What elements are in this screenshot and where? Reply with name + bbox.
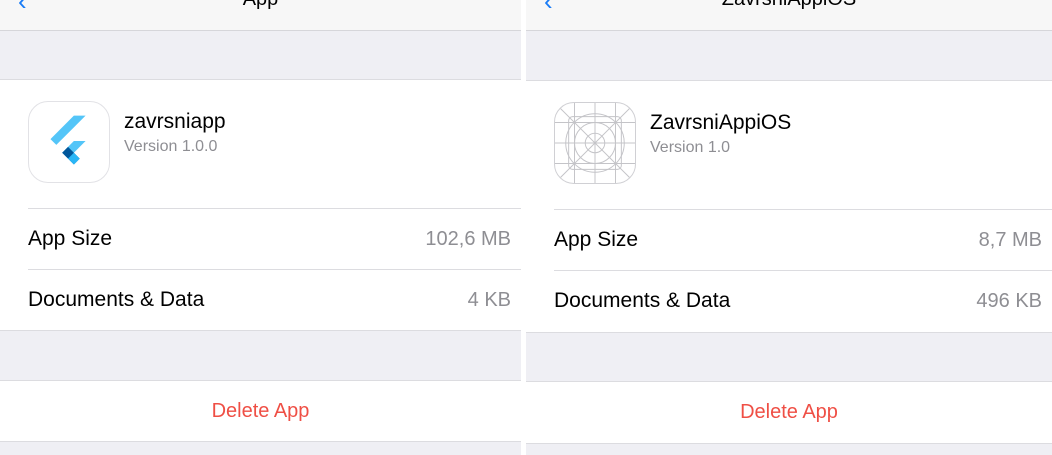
app-header-row: zavrsniapp Version 1.0.0 [0,80,521,208]
documents-data-row: Documents & Data 496 KB [526,271,1052,331]
row-value: 4 KB [467,289,511,311]
nav-title: ZavrsniAppiOS [526,0,1052,10]
app-header-row: ZavrsniAppiOS Version 1.0 [526,81,1052,209]
navigation-bar: ‹ ZavrsniAppiOS [526,0,1052,31]
delete-app-button[interactable]: Delete App [526,382,1052,442]
app-version: Version 1.0.0 [124,138,218,155]
app-icon-placeholder-grid [554,102,636,184]
app-version: Version 1.0 [650,139,731,156]
navigation-bar: ‹ App [0,0,521,31]
app-detail-panel-right: ‹ ZavrsniAppiOS Version 1.0 App Size 8,7… [526,0,1052,455]
row-value: 496 KB [976,290,1042,312]
app-size-row: App Size 102,6 MB [0,209,521,269]
app-size-row: App Size 8,7 MB [526,210,1052,270]
delete-card: Delete App [0,380,521,442]
nav-title: App [0,0,521,10]
row-label: App Size [28,227,113,250]
app-info-card: ZavrsniAppiOS Version 1.0 App Size 8,7 M… [526,80,1052,333]
delete-app-button[interactable]: Delete App [0,381,521,441]
row-label: Documents & Data [554,289,731,312]
documents-data-row: Documents & Data 4 KB [0,270,521,330]
app-name: zavrsniapp [124,110,226,133]
row-label: Documents & Data [28,288,205,311]
app-name: ZavrsniAppiOS [650,111,792,134]
flutter-logo-icon [28,101,110,183]
row-label: App Size [554,228,639,251]
app-info-card: zavrsniapp Version 1.0.0 App Size 102,6 … [0,79,521,331]
delete-card: Delete App [526,381,1052,444]
row-value: 102,6 MB [425,228,511,250]
row-value: 8,7 MB [978,229,1042,251]
app-detail-panel-left: ‹ App zavrsniapp Version 1.0.0 App Size … [0,0,521,455]
